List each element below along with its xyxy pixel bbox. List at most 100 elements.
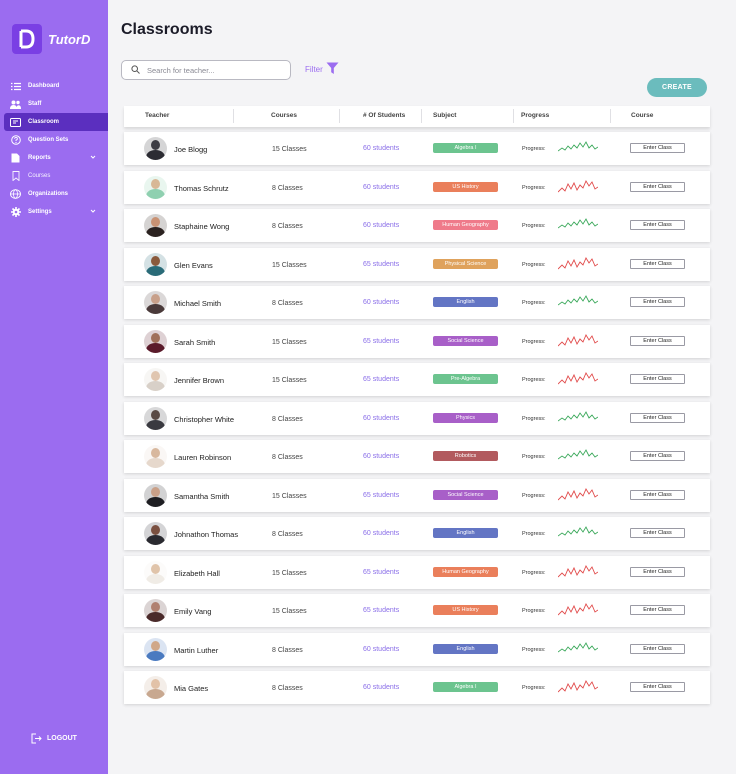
filter-button[interactable]: Filter: [305, 62, 339, 77]
course-count: 8 Classes: [272, 415, 303, 423]
report-icon: [10, 153, 21, 164]
teacher-name: Christopher White: [174, 414, 235, 424]
sidebar-item-reports[interactable]: Reports: [0, 149, 108, 167]
student-count-link[interactable]: 65 students: [363, 261, 399, 268]
teacher-name: Mia Gates: [174, 684, 209, 693]
teacher-name: Sarah Smith: [174, 337, 216, 347]
question-icon: [10, 135, 21, 146]
users-icon: [10, 99, 21, 110]
sidebar-item-label: Question Sets: [28, 137, 69, 143]
student-count-link[interactable]: 65 students: [363, 338, 399, 345]
avatar: [144, 329, 167, 353]
subject-badge: Physical Science: [433, 258, 498, 269]
student-count-link[interactable]: 65 students: [363, 376, 399, 383]
enter-class-button[interactable]: Enter Class: [630, 643, 685, 654]
app-logo[interactable]: TutorD: [12, 24, 90, 54]
logout-label: LOGOUT: [47, 735, 77, 742]
enter-class-button[interactable]: Enter Class: [630, 451, 685, 461]
course-count: 8 Classes: [272, 646, 303, 654]
enter-class-button[interactable]: Enter Class: [630, 335, 685, 346]
sidebar-item-courses[interactable]: Courses: [0, 167, 108, 185]
student-count-link[interactable]: 60 students: [363, 415, 399, 422]
enter-class-button[interactable]: Enter Class: [630, 181, 685, 192]
progress-label: Progress:: [522, 377, 546, 383]
teacher-name: Staphaine Wong: [174, 222, 230, 231]
student-count-link[interactable]: 65 students: [363, 569, 399, 576]
progress-sparkline: [558, 603, 598, 616]
enter-class-button[interactable]: Enter Class: [630, 566, 685, 577]
subject-badge: Human Geography: [433, 220, 498, 230]
student-count-link[interactable]: 60 students: [363, 184, 399, 191]
table-row: Emily Vang 15 Classes 65 students US Histor…: [124, 594, 710, 627]
progress-label: Progress:: [522, 531, 546, 537]
student-count-link[interactable]: 60 students: [363, 453, 399, 460]
subject-badge: US History: [433, 181, 498, 192]
progress-label: Progress:: [522, 338, 546, 345]
enter-class-button[interactable]: Enter Class: [630, 258, 685, 269]
enter-class-button[interactable]: Enter Class: [630, 297, 685, 307]
sidebar-item-organizations[interactable]: Organizations: [0, 185, 108, 203]
column-divider: [610, 109, 611, 123]
progress-label: Progress:: [522, 223, 546, 229]
enter-class-button[interactable]: Enter Class: [630, 143, 685, 153]
avatar: [144, 291, 167, 314]
subject-badge: Social Science: [433, 335, 498, 346]
progress-sparkline: [558, 564, 598, 577]
subject-badge: English: [433, 643, 498, 654]
student-count-link[interactable]: 65 students: [363, 492, 399, 499]
course-count: 15 Classes: [272, 492, 307, 500]
logout-button[interactable]: LOGOUT: [31, 733, 77, 744]
progress-sparkline: [558, 141, 598, 152]
table-row: Elizabeth Hall 15 Classes 65 students Human…: [124, 555, 710, 589]
enter-class-button[interactable]: Enter Class: [630, 605, 685, 615]
chevron-down-icon: [90, 208, 96, 216]
enter-class-button[interactable]: Enter Class: [630, 528, 685, 538]
progress-label: Progress:: [522, 685, 546, 691]
subject-badge: US History: [433, 605, 498, 615]
student-count-link[interactable]: 60 students: [363, 222, 399, 229]
classroom-table: Joe Blogg 15 Classes 60 students Algebra I P…: [124, 132, 710, 710]
subject-badge: Pre-Algebra: [433, 374, 498, 384]
sidebar-item-dashboard[interactable]: Dashboard: [0, 77, 108, 95]
progress-label: Progress:: [522, 261, 546, 268]
enter-class-button[interactable]: Enter Class: [630, 489, 685, 500]
course-count: 8 Classes: [272, 531, 303, 538]
teacher-name: Samantha Smith: [174, 491, 230, 501]
column-header-subject: Subject: [433, 112, 457, 119]
table-row: Christopher White 8 Classes 60 students Phy…: [124, 401, 710, 435]
search-box[interactable]: [121, 60, 291, 80]
sidebar-item-settings[interactable]: Settings: [0, 203, 108, 221]
sidebar-item-classroom[interactable]: Classroom: [4, 113, 108, 131]
enter-class-button[interactable]: Enter Class: [630, 412, 685, 423]
progress-label: Progress:: [522, 646, 546, 653]
teacher-name: Michael Smith: [174, 299, 222, 308]
student-count-link[interactable]: 60 students: [363, 646, 399, 653]
table-row: Staphaine Wong 8 Classes 60 students Human …: [124, 209, 710, 242]
sidebar-item-staff[interactable]: Staff: [0, 95, 108, 113]
enter-class-button[interactable]: Enter Class: [630, 220, 685, 230]
teacher-name: Martin Luther: [174, 645, 219, 655]
avatar: [144, 483, 167, 507]
course-count: 8 Classes: [272, 184, 303, 192]
progress-sparkline: [558, 295, 598, 306]
table-row: Joe Blogg 15 Classes 60 students Algebra I P…: [124, 132, 710, 165]
student-count-link[interactable]: 60 students: [363, 530, 399, 537]
search-input[interactable]: [147, 65, 277, 75]
teacher-name: Joe Blogg: [174, 145, 208, 154]
course-count: 15 Classes: [272, 338, 307, 346]
page-title: Classrooms: [121, 21, 213, 38]
sidebar-item-question-sets[interactable]: Question Sets: [0, 131, 108, 149]
enter-class-button[interactable]: Enter Class: [630, 682, 685, 692]
course-count: 8 Classes: [272, 223, 303, 230]
enter-class-button[interactable]: Enter Class: [630, 374, 685, 384]
student-count-link[interactable]: 60 students: [363, 299, 399, 306]
create-button[interactable]: CREATE: [647, 78, 707, 97]
column-divider: [421, 109, 422, 123]
subject-badge: Human Geography: [433, 566, 498, 577]
teacher-name: Jennifer Brown: [174, 376, 225, 385]
student-count-link[interactable]: 60 students: [363, 684, 399, 691]
student-count-link[interactable]: 65 students: [363, 607, 399, 614]
subject-badge: Robotics: [433, 451, 498, 461]
table-row: Michael Smith 8 Classes 60 students English…: [124, 286, 710, 319]
student-count-link[interactable]: 60 students: [363, 145, 399, 152]
